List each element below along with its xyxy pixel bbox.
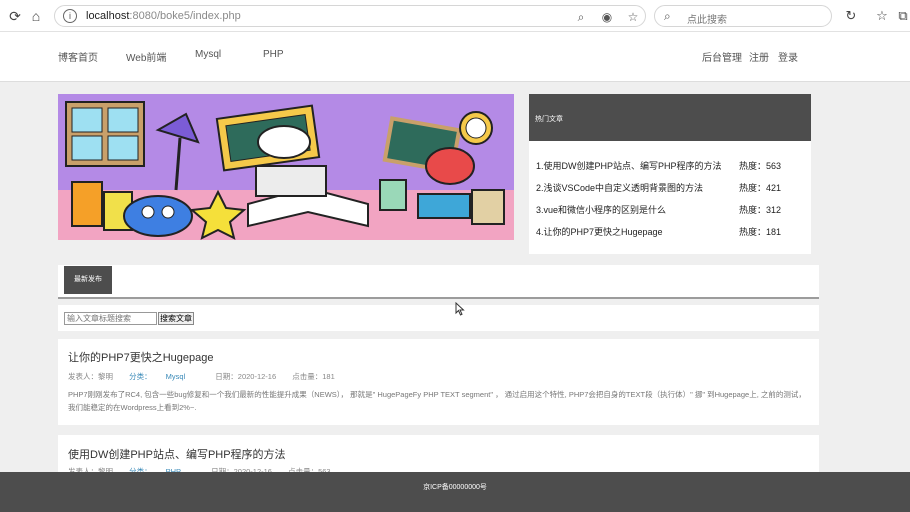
banner-image — [58, 94, 514, 240]
collections-icon[interactable]: ⧉ — [895, 8, 910, 24]
post-title[interactable]: 使用DW创建PHP站点、编写PHP程序的方法 — [68, 446, 286, 462]
nav-item-php[interactable]: PHP — [263, 49, 284, 60]
post-clicks: 点击量：181 — [292, 372, 335, 381]
zoom-icon[interactable]: ⌕ — [573, 9, 589, 25]
hot-article-title[interactable]: 1.使用DW创建PHP站点、编写PHP程序的方法 — [536, 161, 722, 171]
hot-article-heat: 热度：563 — [739, 161, 782, 171]
browser-search-box[interactable]: ⌕ 点此搜索 — [654, 5, 832, 27]
post-author: 发表人：黎明 — [68, 372, 113, 381]
mouse-cursor-icon — [455, 302, 465, 316]
favorites-icon[interactable]: ☆ — [874, 8, 890, 24]
banner-illustration — [58, 94, 514, 240]
favorite-star-icon[interactable]: ☆ — [625, 9, 641, 25]
login-link[interactable]: 登录 — [778, 49, 798, 64]
hot-articles-panel: 热门文章 1.使用DW创建PHP站点、编写PHP程序的方法 热度：563 2.浅… — [529, 94, 811, 254]
hot-article-title[interactable]: 3.vue和微信小程序的区别是什么 — [536, 205, 666, 215]
hot-article-item[interactable]: 4.让你的PHP7更快之Hugepage 热度：181 — [536, 225, 806, 238]
post-card: 让你的PHP7更快之Hugepage 发表人：黎明 分类： Mysql 日期：20… — [58, 339, 819, 425]
post-excerpt: PHP7刚刚发布了RC4, 包含一些bug修复和一个我们最新的性能提升成果（NE… — [68, 390, 806, 412]
search-icon: ⌕ — [664, 9, 671, 23]
address-bar[interactable]: i localhost:8080/boke5/index.php ⌕ ◉ ☆ — [54, 5, 646, 27]
post-category[interactable]: 分类： Mysql — [129, 372, 199, 381]
post-card: 使用DW创建PHP站点、编写PHP程序的方法 发表人：黎明 分类：PHP 日期：… — [58, 435, 819, 476]
article-search-input[interactable] — [64, 312, 157, 325]
browser-search-placeholder: 点此搜索 — [687, 15, 727, 26]
tab-latest[interactable]: 最新发布 — [64, 266, 112, 294]
url-text: localhost:8080/boke5/index.php — [86, 10, 241, 22]
nav-item-home[interactable]: 博客首页 — [58, 49, 98, 64]
admin-link[interactable]: 后台管理 — [702, 49, 742, 64]
hot-article-heat: 热度：421 — [739, 183, 782, 193]
hot-article-heat: 热度：181 — [739, 227, 782, 237]
hot-article-item[interactable]: 3.vue和微信小程序的区别是什么 热度：312 — [536, 203, 806, 216]
site-header: 博客首页 Web前端 Mysql PHP 后台管理 注册 登录 — [0, 32, 910, 82]
footer-icp: 京ICP备00000000号 — [423, 484, 487, 491]
article-search-button[interactable]: 搜索文章 — [158, 312, 194, 325]
hot-article-item[interactable]: 1.使用DW创建PHP站点、编写PHP程序的方法 热度：563 — [536, 159, 806, 172]
home-icon[interactable]: ⌂ — [27, 7, 45, 25]
hot-article-title[interactable]: 4.让你的PHP7更快之Hugepage — [536, 227, 663, 237]
refresh-icon[interactable]: ⟳ — [6, 7, 24, 25]
translate-icon[interactable]: ◉ — [599, 9, 615, 25]
hot-articles-title: 热门文章 — [529, 94, 811, 141]
info-icon[interactable]: i — [63, 9, 77, 23]
hot-article-heat: 热度：312 — [739, 205, 782, 215]
hot-article-title[interactable]: 2.浅谈VSCode中自定义透明背景图的方法 — [536, 183, 703, 193]
site-footer: 京ICP备00000000号 — [0, 472, 910, 512]
article-search-bar: 搜索文章 — [58, 305, 819, 331]
post-meta: 发表人：黎明 分类： Mysql 日期：2020-12-16 点击量：181 — [68, 371, 349, 382]
hot-article-item[interactable]: 2.浅谈VSCode中自定义透明背景图的方法 热度：421 — [536, 181, 806, 194]
latest-section-header: 最新发布 — [58, 265, 819, 299]
nav-item-mysql[interactable]: Mysql — [195, 49, 221, 60]
post-date: 日期：2020-12-16 — [215, 372, 277, 381]
extensions-icon[interactable]: ↻ — [843, 8, 859, 24]
nav-item-web[interactable]: Web前端 — [126, 49, 166, 64]
post-title[interactable]: 让你的PHP7更快之Hugepage — [68, 349, 214, 365]
browser-toolbar: ⟳ ⌂ i localhost:8080/boke5/index.php ⌕ ◉… — [0, 0, 910, 32]
register-link[interactable]: 注册 — [749, 49, 769, 64]
